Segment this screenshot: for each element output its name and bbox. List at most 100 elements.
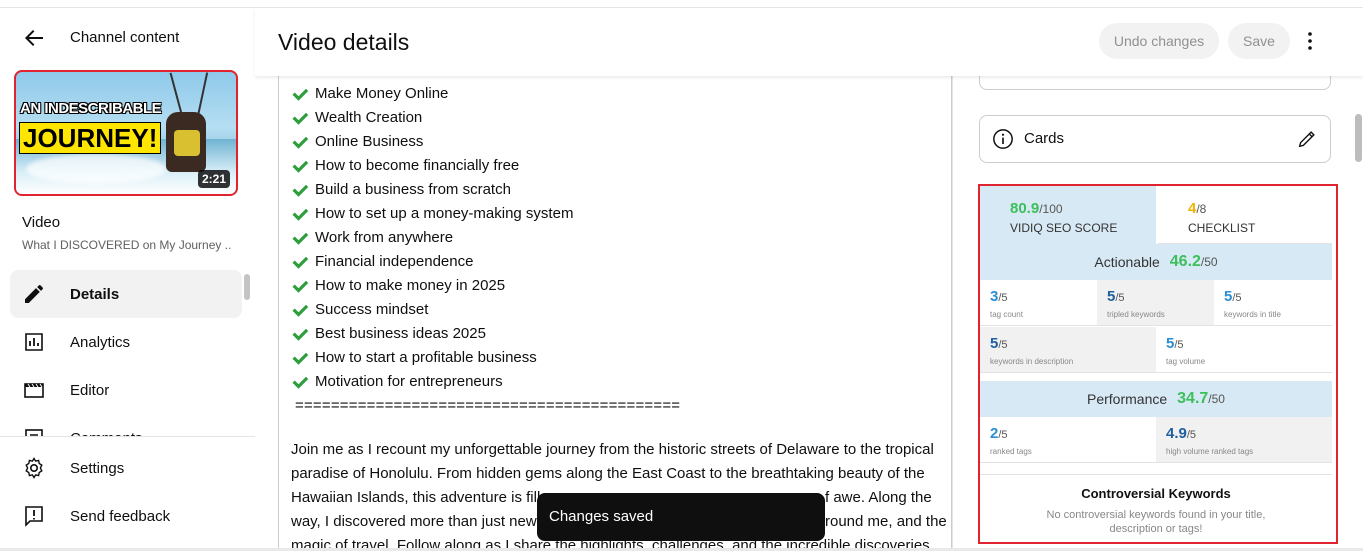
checkmark-icon [292, 328, 309, 341]
paragraph-line: paradise of Honolulu. From hidden gems a… [291, 465, 925, 482]
video-title: What I DISCOVERED on My Journey ... [22, 238, 232, 252]
checklist-item: Make Money Online [291, 82, 947, 106]
pencil-icon [25, 285, 43, 303]
sidebar-item-feedback[interactable]: Send feedback [10, 492, 242, 540]
more-options-icon[interactable] [1298, 29, 1322, 53]
checkmark-icon [292, 376, 309, 389]
sidebar-item-label: Analytics [70, 333, 131, 351]
metric-denominator: /5 [1232, 292, 1242, 304]
actionable-value: 46.2 [1169, 253, 1201, 270]
performance-value: 34.7 [1177, 390, 1209, 407]
metric-caption: tag count [990, 310, 1023, 319]
sidebar-scrollbar[interactable] [244, 274, 250, 300]
paragraph-line: Hawaiian Islands, this adventure is fill [291, 489, 541, 506]
right-panel-scrollbar[interactable] [1355, 114, 1362, 162]
vidiq-seo-score-tab[interactable]: 80.9/100 VIDIQ SEO SCORE [980, 186, 1156, 244]
sidebar-item-label: Send feedback [70, 507, 171, 525]
description-separator: ========================================… [295, 397, 681, 414]
divider [980, 474, 1332, 475]
thumbnail-text-line2: JOURNEY! [19, 122, 162, 154]
checklist-item: Build a business from scratch [291, 178, 947, 202]
actionable-label: Actionable [1094, 254, 1160, 270]
back-button[interactable] [22, 26, 46, 50]
sidebar-bottom-nav: Settings Send feedback [10, 444, 242, 540]
metric-value: 2/5 [990, 425, 1008, 442]
performance-denominator: /50 [1208, 392, 1225, 406]
checkmark-icon [292, 184, 309, 197]
arrow-back-icon [25, 30, 43, 46]
performance-label: Performance [1087, 391, 1168, 407]
metric-denominator: /5 [1174, 339, 1184, 351]
cards-label: Cards [1024, 130, 1065, 147]
top-border [0, 0, 1363, 8]
metric-number: 4.9 [1166, 425, 1187, 442]
checklist-score-denominator: /8 [1196, 202, 1207, 216]
checklist-text: Build a business from scratch [315, 181, 511, 198]
sidebar-item-details[interactable]: Details [10, 270, 242, 318]
sidebar-item-settings[interactable]: Settings [10, 444, 242, 492]
metric-denominator: /5 [1186, 429, 1197, 441]
checklist-item: How to set up a money-making system [291, 202, 947, 226]
paragraph-line: way, I discovered more than just new [291, 513, 537, 530]
metric-value: 4.9/5 [1166, 425, 1196, 442]
info-icon [993, 129, 1013, 149]
vidiq-checklist-tab[interactable]: 4/8 CHECKLIST [1158, 186, 1332, 244]
video-thumbnail[interactable]: AN INDESCRIBABLE JOURNEY! 2:21 [14, 70, 238, 196]
description-content: Make Money Online Wealth Creation Online… [291, 82, 947, 550]
cards-section[interactable]: Cards [979, 115, 1331, 163]
checklist-text: How to become financially free [315, 157, 520, 174]
thumbnail-vest [174, 130, 200, 156]
checkmark-icon [292, 352, 309, 365]
actionable-denominator: /50 [1200, 255, 1218, 269]
checklist-text: Financial independence [315, 253, 474, 270]
checklist-text: How to start a profitable business [315, 349, 537, 366]
right-panel: Cards 80.9/100 VIDIQ SEO SCORE 4/8 CHECK… [952, 66, 1363, 551]
controversial-keywords-text: No controversial keywords found in your … [1046, 509, 1266, 535]
checklist-text: Success mindset [315, 301, 429, 318]
checkmark-icon [292, 304, 309, 317]
checklist-item: Best business ideas 2025 [291, 322, 947, 346]
checkmark-icon [292, 112, 309, 125]
checklist-item: Motivation for entrepreneurs [291, 370, 947, 394]
metric-caption: keywords in description [990, 357, 1074, 366]
checklist-item: How to become financially free [291, 154, 947, 178]
save-button[interactable]: Save [1228, 23, 1290, 59]
metric-value: 5/5 [1224, 288, 1242, 305]
checklist-item: Success mindset [291, 298, 947, 322]
checklist-item: How to start a profitable business [291, 346, 947, 370]
checkmark-icon [292, 88, 309, 101]
checklist-text: Wealth Creation [315, 109, 423, 126]
checklist-text: Motivation for entrepreneurs [315, 373, 503, 390]
checklist-text: How to make money in 2025 [315, 277, 506, 294]
metric-denominator: /5 [998, 429, 1008, 441]
checklist-text: How to set up a money-making system [315, 205, 574, 222]
seo-score-value: 80.9/100 [1010, 200, 1063, 217]
metric-high-volume-ranked-tags: 4.9/5 high volume ranked tags [1156, 417, 1332, 463]
video-label: Video [22, 214, 61, 231]
pencil-icon[interactable] [1296, 128, 1318, 150]
gear-icon [25, 457, 43, 479]
checkmark-icon [292, 256, 309, 269]
metric-keywords-in-description: 5/5 keywords in description [980, 327, 1156, 373]
metric-caption: tag volume [1166, 357, 1206, 366]
sidebar-item-editor[interactable]: Editor [10, 366, 242, 414]
channel-content-title: Channel content [70, 29, 180, 46]
thumbnail-wave [26, 154, 166, 184]
checklist-text: Make Money Online [315, 85, 449, 102]
metric-caption: tripled keywords [1107, 310, 1165, 319]
checkmark-icon [292, 136, 309, 149]
checklist-text: Online Business [315, 133, 424, 150]
undo-changes-button[interactable]: Undo changes [1099, 23, 1219, 59]
checkmark-icon [292, 160, 309, 173]
metric-tripled-keywords: 5/5 tripled keywords [1097, 280, 1214, 326]
description-textarea[interactable]: Make Money Online Wealth Creation Online… [278, 76, 952, 551]
sidebar-item-analytics[interactable]: Analytics [10, 318, 242, 366]
checklist-item: Work from anywhere [291, 226, 947, 250]
seo-score-caption: VIDIQ SEO SCORE [1010, 221, 1118, 235]
sidebar-item-label: Details [70, 285, 120, 303]
sidebar-item-label: Settings [70, 459, 125, 477]
analytics-icon [25, 333, 43, 351]
checklist-text: Best business ideas 2025 [315, 325, 486, 342]
controversial-keywords-title: Controversial Keywords [1081, 486, 1231, 501]
checklist-text: Work from anywhere [315, 229, 454, 246]
